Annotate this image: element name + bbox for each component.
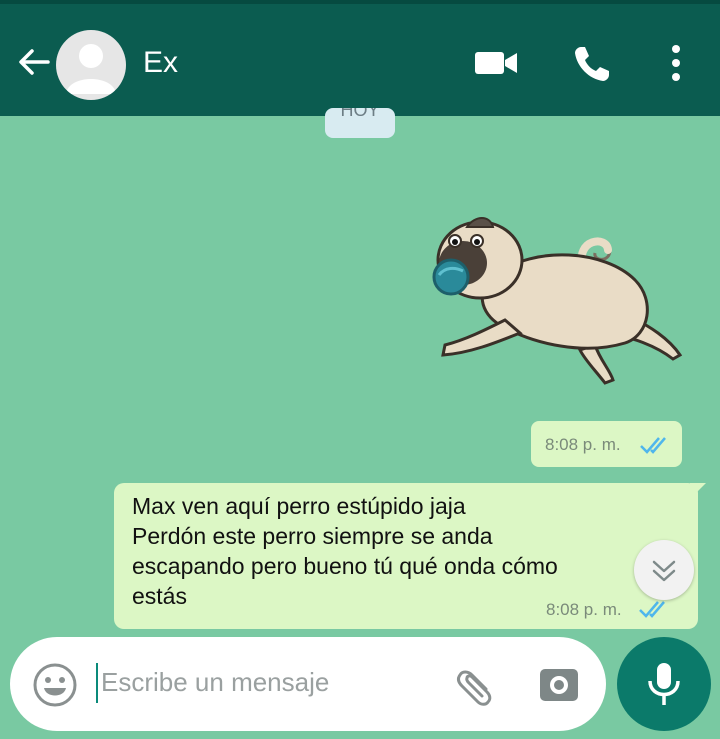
arrow-left-icon[interactable] [14, 42, 54, 82]
message-input[interactable]: Escribe un mensaje [101, 667, 329, 698]
message-line: escapando pero bueno tú qué onda cómo [132, 553, 558, 579]
camera-icon[interactable] [538, 663, 580, 705]
message-text: Max ven aquí perro estúpido jaja Perdón … [132, 491, 652, 611]
text-caret [96, 663, 98, 703]
scroll-to-bottom-button[interactable] [634, 540, 694, 600]
double-chevron-down-icon [652, 560, 676, 582]
contact-name[interactable]: Ex [143, 46, 178, 80]
double-check-read-icon [640, 437, 666, 454]
voice-message-button[interactable] [617, 637, 711, 731]
video-camera-icon[interactable] [474, 48, 518, 78]
phone-icon[interactable] [572, 44, 612, 84]
microphone-icon [648, 663, 680, 705]
chat-header: Ex [0, 0, 720, 116]
message-time: 8:08 p. m. [546, 600, 622, 619]
default-avatar-icon[interactable] [56, 30, 126, 100]
paperclip-icon[interactable] [450, 659, 500, 709]
date-chip-label: HOY [340, 108, 380, 120]
emoji-icon[interactable] [32, 662, 78, 708]
message-composer[interactable]: Escribe un mensaje [10, 637, 606, 731]
more-vertical-icon[interactable] [668, 44, 684, 84]
message-time: 8:08 p. m. [545, 435, 621, 454]
pug-sticker[interactable] [425, 205, 685, 395]
outgoing-message-bubble[interactable]: Max ven aquí perro estúpido jaja Perdón … [114, 483, 698, 629]
bubble-tail [690, 483, 706, 499]
message-line: Perdón este perro siempre se anda [132, 523, 493, 549]
sticker-time-bubble: 8:08 p. m. [531, 421, 682, 467]
date-chip: HOY [325, 108, 395, 138]
double-check-read-icon [639, 601, 665, 618]
message-line: Max ven aquí perro estúpido jaja [132, 493, 466, 519]
